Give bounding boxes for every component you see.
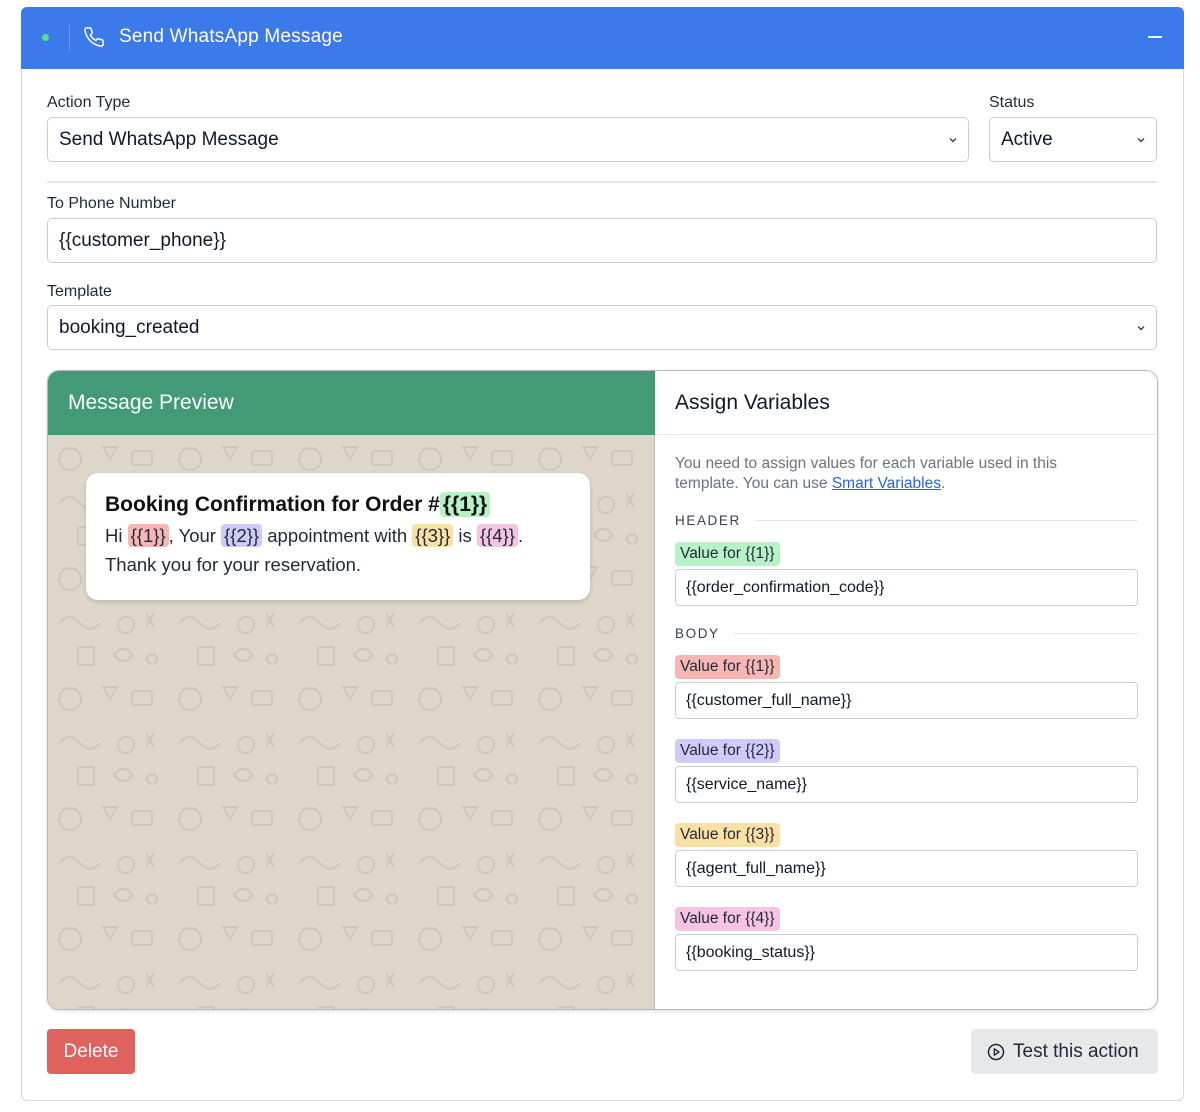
card-title: Send WhatsApp Message — [119, 26, 343, 47]
assign-variables-title: Assign Variables — [656, 371, 1157, 435]
template-value: booking_created — [59, 316, 200, 338]
template-select[interactable]: booking_created — [47, 305, 1157, 350]
header-section-label: HEADER — [675, 513, 741, 528]
test-action-button[interactable]: Test this action — [971, 1029, 1158, 1074]
assign-intro-end: . — [940, 475, 946, 492]
body-var-3-input[interactable]: {{agent_full_name}} — [675, 850, 1138, 887]
card-header[interactable]: Send WhatsApp Message — [21, 7, 1184, 69]
body-text-line2: Thank you for your reservation. — [105, 554, 362, 575]
body-text-2: , Your — [168, 525, 222, 546]
body-var-1-value: {{customer_full_name}} — [686, 691, 852, 709]
template-label: Template — [47, 283, 112, 300]
action-type-label: Action Type — [47, 94, 131, 111]
body-var-1-label: Value for {{1}} — [675, 655, 780, 679]
header-var-1-value: {{order_confirmation_code}} — [686, 578, 885, 596]
body-var-3-value: {{agent_full_name}} — [686, 859, 826, 877]
header-var-1-input[interactable]: {{order_confirmation_code}} — [675, 569, 1138, 606]
chevron-down-icon — [1137, 326, 1145, 331]
body-var-2-value: {{service_name}} — [686, 775, 807, 793]
body-var-1-input[interactable]: {{customer_full_name}} — [675, 682, 1138, 719]
header-section: HEADER — [675, 513, 1138, 528]
body-variable-2: {{2}} — [221, 524, 263, 547]
message-heading: Booking Confirmation for Order # {{1}} — [105, 491, 571, 519]
body-section: BODY — [675, 626, 1138, 641]
body-text-4: is — [453, 525, 477, 546]
status-value: Active — [1001, 128, 1053, 150]
body-var-4-value: {{booking_status}} — [686, 943, 816, 961]
header-var-1-label: Value for {{1}} — [675, 542, 780, 566]
status-dot-icon — [42, 34, 49, 41]
body-text-1: Hi — [105, 525, 128, 546]
to-phone-input[interactable]: {{customer_phone}} — [47, 218, 1157, 263]
status-select[interactable]: Active — [989, 117, 1157, 162]
section-divider — [47, 181, 1157, 183]
header-variable-1: {{1}} — [439, 492, 491, 517]
body-var-2-input[interactable]: {{service_name}} — [675, 766, 1138, 803]
message-preview-title: Message Preview — [48, 371, 655, 435]
body-text-3: appointment with — [262, 525, 413, 546]
body-var-4-label: Value for {{4}} — [675, 907, 780, 931]
template-panel: Message Preview Booking Confirmation for… — [47, 370, 1158, 1010]
body-section-label: BODY — [675, 626, 720, 641]
assign-intro: You need to assign values for each varia… — [675, 454, 1115, 494]
chevron-down-icon — [1137, 138, 1145, 143]
body-variable-3: {{3}} — [412, 524, 454, 547]
header-section-rule — [754, 520, 1138, 521]
body-var-4-input[interactable]: {{booking_status}} — [675, 934, 1138, 971]
chevron-down-icon — [949, 138, 957, 143]
assign-variables: Assign Variables You need to assign valu… — [656, 371, 1157, 1009]
message-heading-text: Booking Confirmation for Order # — [105, 493, 440, 516]
action-type-value: Send WhatsApp Message — [59, 128, 279, 150]
message-bubble: Booking Confirmation for Order # {{1}} Hi… — [86, 473, 590, 600]
body-variable-4: {{4}} — [476, 524, 518, 547]
to-phone-label: To Phone Number — [47, 195, 176, 212]
body-var-2-label: Value for {{2}} — [675, 739, 780, 763]
minimize-icon[interactable] — [1148, 36, 1162, 38]
body-variable-1: {{1}} — [127, 524, 169, 547]
message-preview: Message Preview Booking Confirmation for… — [48, 371, 655, 1009]
body-var-3-label: Value for {{3}} — [675, 823, 780, 847]
play-circle-icon — [987, 1043, 1005, 1060]
phone-icon — [84, 27, 104, 47]
to-phone-value: {{customer_phone}} — [59, 229, 226, 251]
body-text-5: . — [517, 525, 524, 546]
header-divider — [69, 25, 70, 51]
smart-variables-link[interactable]: Smart Variables — [832, 475, 941, 492]
message-body: Hi {{1}}, Your {{2}} appointment with {{… — [105, 521, 571, 579]
test-action-label: Test this action — [1013, 1040, 1139, 1062]
status-label: Status — [989, 94, 1035, 111]
delete-button[interactable]: Delete — [47, 1029, 135, 1074]
action-type-select[interactable]: Send WhatsApp Message — [47, 117, 969, 162]
body-section-rule — [733, 633, 1138, 634]
